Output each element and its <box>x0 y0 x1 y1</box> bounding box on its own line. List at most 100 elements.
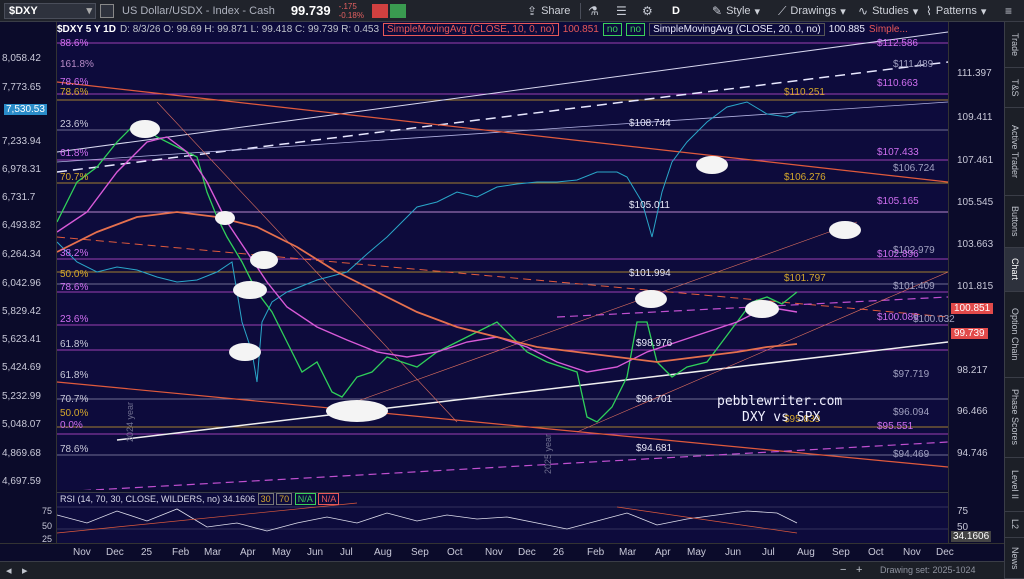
level-label: $97.719 <box>893 369 930 380</box>
style-button[interactable]: ✎ Style ▾ <box>712 3 760 19</box>
bottom-bar: ◂ ▸ − + Drawing set: 2025-1024 <box>0 561 1004 579</box>
time-axis-tick: Sep <box>832 547 850 558</box>
right-sidebar: Trade T&S Active Trader Buttons Chart Op… <box>1004 22 1024 579</box>
symbol-input[interactable]: $DXY ▾ <box>4 2 96 19</box>
watermark-site: pebblewriter.com <box>717 394 843 409</box>
level-label: $96.094 <box>893 407 930 418</box>
tab-chart[interactable]: Chart <box>1005 248 1024 292</box>
scroll-left-icon[interactable]: ◂ <box>6 564 12 577</box>
zoom-in-icon[interactable]: + <box>856 564 862 576</box>
time-axis-tick: Feb <box>172 547 190 558</box>
more-menu-button[interactable]: ≡ <box>1005 3 1012 19</box>
notes-button[interactable]: ☰ <box>616 3 627 19</box>
buy-button[interactable] <box>389 3 406 18</box>
sma-flag[interactable]: no <box>602 22 622 36</box>
drawings-button[interactable]: ⟋ Drawings ▾ <box>778 3 846 19</box>
sma20-value: 100.885 <box>828 23 865 35</box>
rsi-axis-tick: 75 <box>957 506 969 517</box>
fib-levels <box>57 42 948 435</box>
more-studies-label: Simple... <box>868 23 908 35</box>
tab-level-two[interactable]: Level II <box>1005 458 1024 512</box>
sma10-value: 100.851 <box>562 23 599 35</box>
left-price-axis[interactable]: 8,058.42 7,773.65 7,530.53 7,233.94 6,97… <box>0 22 57 543</box>
time-axis[interactable]: Nov Dec 25 Feb Mar Apr May Jun Jul Aug S… <box>0 543 1004 561</box>
scroll-right-icon[interactable]: ▸ <box>22 564 28 577</box>
tab-buttons[interactable]: Buttons <box>1005 196 1024 248</box>
time-axis-tick: Nov <box>903 547 921 558</box>
right-axis-tick: 105.545 <box>957 197 994 208</box>
time-axis-tick: May <box>687 547 706 558</box>
tab-option-chain[interactable]: Option Chain <box>1005 292 1024 378</box>
left-axis-tick: 4,697.59 <box>2 476 41 487</box>
rsi-os-box[interactable]: 70 <box>276 493 293 505</box>
symbol-description: US Dollar/USDX - Index - Cash <box>122 4 275 17</box>
level-label: $94.469 <box>893 449 930 460</box>
rsi-flag[interactable]: N/A <box>294 493 316 505</box>
right-axis-tick: 96.466 <box>957 406 988 417</box>
tab-phase-scores[interactable]: Phase Scores <box>1005 378 1024 458</box>
dxy-series <box>56 101 798 383</box>
level-label: $111.489 <box>893 59 934 70</box>
tab-l2[interactable]: L2 <box>1005 512 1024 538</box>
chevron-down-icon: ▾ <box>754 5 761 18</box>
tab-time-and-sales[interactable]: T&S <box>1005 68 1024 108</box>
studies-icon: ∿ <box>858 4 869 18</box>
left-axis-tick: 7,233.94 <box>2 136 41 147</box>
sma10-label[interactable]: SimpleMovingAvg (CLOSE, 10, 0, no) <box>383 22 559 36</box>
time-axis-tick: Apr <box>240 547 256 558</box>
ohlc-readout: D: 8/3/26 O: 99.69 H: 99.871 L: 99.418 C… <box>119 23 380 35</box>
gold-levels <box>57 99 948 428</box>
sma-flag[interactable]: no <box>625 22 646 36</box>
drawings-icon: ⟋ <box>778 3 787 18</box>
level-label: $98.976 <box>636 338 673 349</box>
level-label: $100.032 <box>913 314 955 325</box>
tab-active-trader[interactable]: Active Trader <box>1005 108 1024 196</box>
watermark-title: DXY vs SPX <box>742 410 821 425</box>
fib-label: 70.7% <box>60 394 89 405</box>
level-label: $105.165 <box>877 196 919 207</box>
level-label: $101.409 <box>893 281 935 292</box>
fib-label: 61.8% <box>60 148 89 159</box>
time-axis-tick: 25 <box>141 547 153 558</box>
flask-button[interactable]: ⚗ <box>588 3 599 19</box>
time-axis-tick: Jul <box>340 547 353 558</box>
left-axis-tick: 8,058.42 <box>2 53 41 64</box>
aggregation-button[interactable]: D <box>672 3 680 19</box>
rsi-flag[interactable]: N/A <box>318 493 340 505</box>
fib-label: 50.0% <box>60 408 89 419</box>
tab-news[interactable]: News <box>1005 538 1024 579</box>
left-axis-tick: 5,232.99 <box>2 391 41 402</box>
patterns-button[interactable]: ⌇ Patterns ▾ <box>926 3 986 19</box>
year-label: 2025 year <box>543 433 553 474</box>
right-price-axis[interactable]: 111.397 109.411 107.461 105.545 103.663 … <box>948 22 1004 543</box>
time-axis-tick: Nov <box>485 547 503 558</box>
level-label: $110.251 <box>784 87 825 98</box>
studies-button[interactable]: ∿ Studies ▾ <box>858 3 918 19</box>
rsi-pane[interactable]: RSI (14, 70, 30, CLOSE, WILDERS, no) 34.… <box>56 492 948 543</box>
share-button[interactable]: ⇪ Share <box>527 3 570 19</box>
left-axis-tick: 7,773.65 <box>2 82 41 93</box>
zoom-out-icon[interactable]: − <box>840 564 846 576</box>
rsi-left-tick: 50 <box>42 521 53 531</box>
level-label: $101.797 <box>784 273 826 284</box>
sell-button[interactable] <box>371 3 388 18</box>
fib-label: 161.8% <box>60 59 94 70</box>
sma20-label[interactable]: SimpleMovingAvg (CLOSE, 20, 0, no) <box>649 22 825 36</box>
flask-icon: ⚗ <box>588 4 599 18</box>
rsi-ob-box[interactable]: 30 <box>257 493 274 505</box>
price-chart[interactable]: 88.6% 161.8% 78.6% 78.6% 23.6% 61.8% 70.… <box>56 22 955 493</box>
time-axis-tick: May <box>272 547 291 558</box>
rsi-label: RSI (14, 70, 30, CLOSE, WILDERS, no) 34.… <box>60 493 340 505</box>
tab-trade[interactable]: Trade <box>1005 22 1024 68</box>
style-icon: ✎ <box>712 4 723 18</box>
dropdown-caret-icon[interactable]: ▾ <box>86 4 92 18</box>
time-axis-tick: Jul <box>762 547 775 558</box>
level-label: $106.724 <box>893 163 935 174</box>
fib-label: 78.6% <box>60 444 89 455</box>
settings-button[interactable]: ⚙ <box>642 3 653 19</box>
link-icon[interactable] <box>100 3 114 18</box>
fib-label: 88.6% <box>60 38 89 49</box>
fib-label: 78.6% <box>60 87 89 98</box>
highlight-markers <box>130 120 861 422</box>
level-label: $105.011 <box>629 200 670 211</box>
